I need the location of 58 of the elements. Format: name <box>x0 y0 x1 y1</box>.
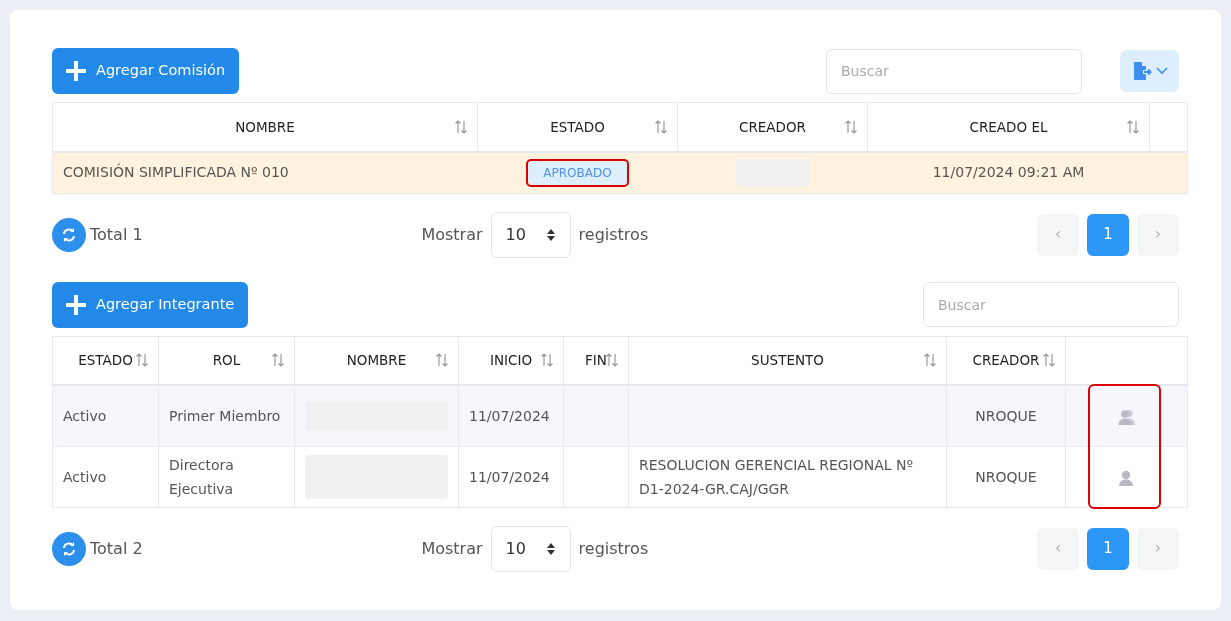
column-header[interactable]: ESTADO <box>550 116 605 137</box>
page-size-select[interactable]: 10 <box>490 525 571 572</box>
add-button[interactable]: Agregar Integrante <box>52 281 249 328</box>
sort-icon <box>655 118 667 135</box>
show-label: Mostrar <box>421 223 483 246</box>
sort-icon <box>436 352 448 369</box>
table-cell: Directora Ejecutiva <box>169 456 234 497</box>
status-badge: APROBADO <box>528 160 627 185</box>
column-header[interactable]: CREADOR <box>739 116 806 137</box>
file-export-icon <box>1131 61 1152 81</box>
column-header[interactable]: FIN <box>585 350 607 371</box>
updown-caret-icon <box>545 541 556 556</box>
column-header[interactable]: ROL <box>212 350 241 371</box>
refresh-icon <box>61 540 77 557</box>
sort-icon <box>1127 118 1139 135</box>
refresh-button[interactable] <box>52 531 86 566</box>
sort-icon <box>924 352 936 369</box>
add-button[interactable]: Agregar Comisión <box>52 48 240 94</box>
sort-icon <box>606 352 618 369</box>
users-icon <box>1117 408 1136 425</box>
chevron-down-icon <box>1155 67 1168 75</box>
table-cell: NROQUE <box>975 468 1037 485</box>
table-cell: Primer Miembro <box>169 407 281 424</box>
updown-caret-icon <box>545 227 556 242</box>
refresh-button[interactable] <box>52 217 86 252</box>
refresh-icon <box>61 226 77 243</box>
column-header[interactable]: SUSTENTO <box>751 350 824 371</box>
column-header[interactable]: CREADO EL <box>969 116 1048 137</box>
page-size-select[interactable]: 10 <box>490 211 571 258</box>
table-row[interactable]: COMISIÓN SIMPLIFICADA Nº 010 APROBADO 11/07/2024 09:21 AM <box>52 151 1188 193</box>
column-header[interactable]: NOMBRE <box>235 116 295 137</box>
table-cell: 11/07/2024 <box>469 468 550 485</box>
table-cell: Activo <box>63 468 107 485</box>
column-header[interactable]: NOMBRE <box>346 350 407 371</box>
total-count: Total 2 <box>90 537 143 560</box>
column-header[interactable]: INICIO <box>489 350 533 371</box>
table-cell: COMISIÓN SIMPLIFICADA Nº 010 <box>63 164 289 180</box>
table-cell: Activo <box>63 407 107 424</box>
user-icon <box>1117 469 1136 486</box>
table-cell: 11/07/2024 <box>469 407 550 424</box>
sort-icon <box>845 118 857 135</box>
export-button[interactable] <box>1120 50 1179 92</box>
table-cell: NROQUE <box>975 407 1037 424</box>
total-count: Total 1 <box>90 223 143 246</box>
search-field[interactable]: Buscar <box>826 48 1082 94</box>
sort-icon <box>541 352 553 369</box>
table-cell: RESOLUCION GERENCIAL REGIONAL Nº D1-2024-GR.CAJ/GGR <box>639 456 914 497</box>
table-cell: 11/07/2024 09:21 AM <box>932 164 1085 180</box>
search-field[interactable]: Buscar <box>923 282 1179 327</box>
plus-icon <box>66 61 86 81</box>
plus-icon <box>66 294 86 315</box>
sort-icon <box>1043 352 1055 369</box>
records-label: registros <box>578 223 649 246</box>
sort-icon <box>136 352 148 369</box>
records-label: registros <box>578 537 649 560</box>
sort-icon <box>272 352 284 369</box>
show-label: Mostrar <box>421 537 483 560</box>
sort-icon <box>455 118 467 135</box>
